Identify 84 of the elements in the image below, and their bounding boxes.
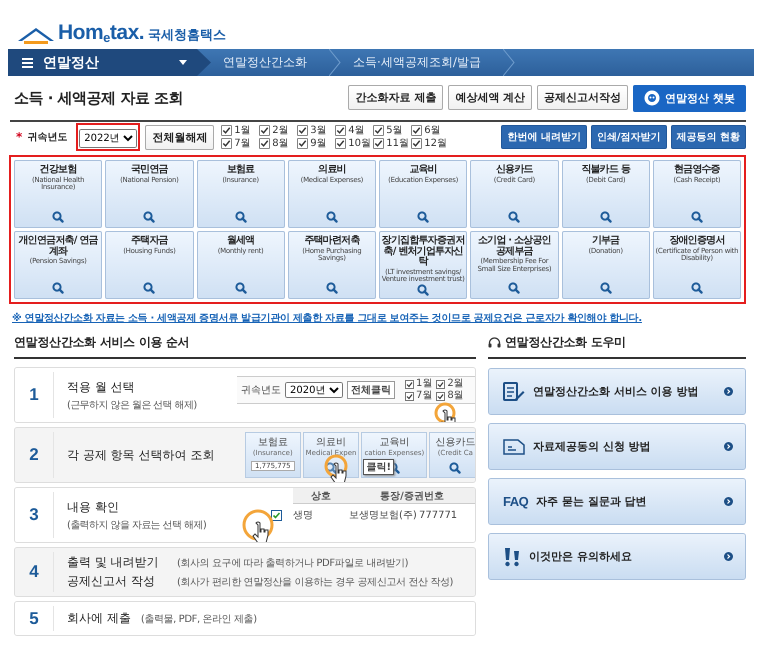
month-label: 7월 — [416, 391, 432, 401]
action-button[interactable]: 한번에 내려받기 — [501, 125, 587, 149]
month-label: 2월 — [447, 379, 464, 389]
step-title: 출력 및 내려받기 — [67, 554, 160, 571]
toolbar-button[interactable]: 공제신고서작성 — [537, 84, 628, 110]
category-name: 월세액 — [226, 236, 254, 246]
logo-text[interactable]: Hom$_{e}$tax. — [58, 22, 144, 44]
breadcrumb-link[interactable]: 연말정산간소화 — [211, 49, 329, 76]
month-label: 2월 — [272, 126, 289, 136]
table-cell-text: 생명 — [293, 509, 314, 522]
year-select[interactable]: 2020년 — [285, 382, 343, 398]
table-cell-text: 777771 — [419, 510, 458, 520]
month-label: 11월 — [386, 138, 410, 148]
section-title: 연말정산간소화 도우미 — [505, 334, 626, 351]
month-label: 10월 — [348, 138, 372, 148]
page-title: 소득 · 세액공제 자료 조회 — [14, 88, 184, 108]
category-name: 교육비 — [409, 165, 437, 176]
category-name: 보험료 — [226, 165, 254, 176]
category-name: 소기업 · 소상공인 공제부금 — [476, 236, 552, 257]
table-cell-text: 보생명보험(주) — [349, 509, 418, 522]
category-name: 직불카드 등 — [581, 165, 630, 176]
chatbot-button[interactable]: 연말정산 챗봇 — [633, 84, 746, 112]
step-note: (회사의 요구에 따라 출력하거나 PDF파일로 내려받기) — [177, 557, 408, 570]
step-title: 내용 확인 — [67, 498, 120, 516]
category-name: 보험료 — [258, 436, 288, 449]
category-name: 주택자금 — [130, 236, 168, 246]
year-label: 귀속년도 — [241, 384, 281, 397]
month-label: 7월 — [234, 138, 251, 148]
step-title: 적용 월 선택 — [67, 378, 136, 396]
step-number: 2 — [15, 432, 54, 478]
year-label: 귀속년도 — [27, 131, 68, 144]
category-name: 의료비 — [318, 165, 346, 176]
month-label: 4월 — [348, 126, 365, 136]
action-button[interactable]: 인쇄/점자받기 — [590, 125, 667, 149]
month-label: 9월 — [310, 138, 327, 148]
help-button[interactable]: 이것만은 유의하세요 — [488, 533, 746, 580]
faq-label: FAQ — [503, 494, 528, 509]
toolbar-button[interactable]: 간소화자료 제출 — [348, 84, 444, 110]
column-header: 상호 — [293, 488, 349, 504]
category-name: 신용카드 — [496, 165, 533, 176]
month-label: 3월 — [310, 126, 327, 136]
category-name: 개인연금저축/ 연금계좌 — [18, 236, 99, 257]
step-title: 각 공제 항목 선택하여 조회 — [67, 446, 214, 464]
step-title: 회사에 제출 — [67, 610, 131, 627]
step-note: (회사가 편리한 연말정산을 이용하는 경우 공제신고서 전산 작성) — [177, 576, 454, 589]
category-name: 장기집합투자증권저축/ 벤처기업투자신탁 — [381, 236, 466, 268]
notice-link[interactable]: ※ 연말정산간소화 자료는 소득 · 세액공제 증명서류 발급기관이 제출한 자료를 그대로 보여주는 것이므로 공제요건은 근로자가 확인해야 합니다. — [12, 311, 746, 325]
step-title: 공제신고서 작성 — [67, 573, 156, 590]
toolbar-button[interactable]: 예상세액 계산 — [448, 84, 532, 110]
category-name: 주택마련저축 — [304, 236, 360, 246]
step-note: (출력물, PDF, 온라인 제출) — [140, 613, 257, 626]
category-name: 국민연금 — [130, 165, 168, 176]
step-number: 1 — [15, 372, 54, 418]
month-label: 8월 — [272, 138, 289, 148]
logo-tagline: 국세청홈택스 — [148, 29, 226, 44]
month-label: 6월 — [424, 126, 441, 136]
month-label: 5월 — [386, 126, 403, 136]
year-select[interactable]: 2022년 — [79, 129, 138, 148]
step-note: (근무하지 않은 월은 선택 해제) — [67, 398, 197, 412]
step-note: (출력하지 않을 자료는 선택 해제) — [67, 518, 206, 532]
step-number: 3 — [15, 492, 54, 538]
step-number: 5 — [15, 606, 54, 631]
category-name: 교육비 — [379, 436, 410, 449]
category-name: 현금영수증 — [674, 165, 720, 176]
action-button[interactable]: 제공등의 현황 — [670, 125, 746, 149]
category-name: 기부금 — [592, 236, 620, 246]
month-label: 1월 — [416, 379, 432, 389]
section-title: 연말정산간소화 서비스 이용 순서 — [14, 334, 476, 359]
help-button[interactable]: 자료제공동의 신청 방법 — [488, 423, 746, 470]
help-button[interactable]: FAQ 자주 묻는 질문과 답변 — [488, 478, 746, 525]
help-button[interactable]: 연말정산간소화 서비스 이용 방법 — [488, 368, 746, 415]
required-mark: * — [16, 130, 22, 144]
category-name: 신용카드 — [435, 436, 475, 449]
month-label: 8월 — [447, 391, 464, 401]
category-name: 의료비 — [316, 436, 346, 449]
breadcrumb-link[interactable]: 소득·세액공제조회/발급 — [341, 49, 503, 76]
column-header: 통장/증권번호 — [349, 488, 475, 504]
step-number: 4 — [15, 552, 54, 592]
month-label: 12월 — [424, 138, 448, 148]
category-name: 장애인증명서 — [669, 236, 724, 246]
clear-months-button[interactable]: 전체월해제 — [145, 124, 214, 150]
month-label: 1월 — [234, 126, 251, 136]
category-name: 건강보험 — [40, 165, 77, 176]
click-tooltip: 클릭! — [363, 459, 394, 475]
